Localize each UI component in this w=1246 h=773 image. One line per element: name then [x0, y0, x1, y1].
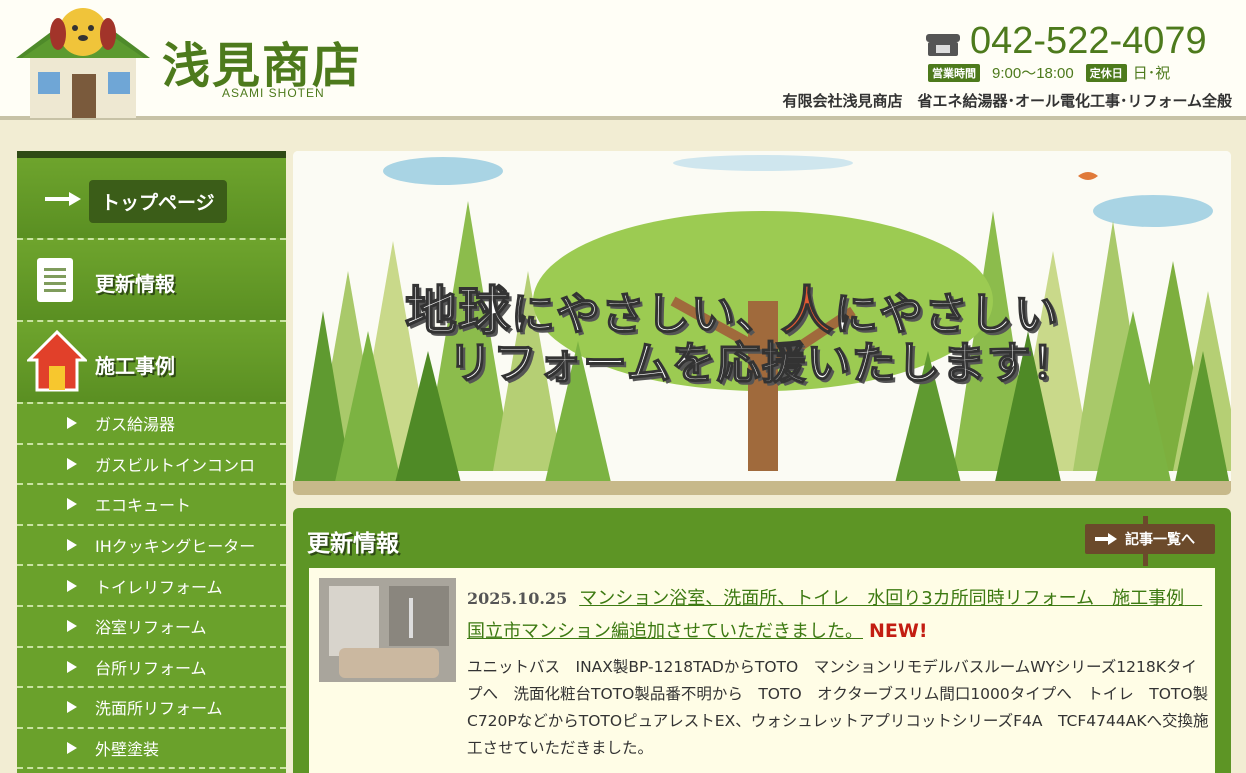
- sidebar-item-kitchen[interactable]: 台所リフォーム: [17, 647, 286, 689]
- triangle-right-icon: [67, 620, 77, 633]
- sidebar-item-label: 浴室リフォーム: [95, 618, 207, 638]
- sidebar-item-label: 更新情報: [95, 272, 175, 296]
- bathroom-thumbnail[interactable]: [319, 578, 456, 682]
- news-section: 更新情報 記事一覧へ 2025.10.25 マンション浴室、洗面所、トイレ 水回り…: [293, 508, 1231, 773]
- triangle-right-icon: [67, 579, 77, 592]
- company-tagline: 有限会社浅見商店 省エネ給湯器･オール電化工事･リフォーム全般: [782, 92, 1232, 110]
- holiday-badge: 定休日: [1085, 63, 1127, 82]
- news-section-title: 更新情報: [307, 531, 399, 557]
- news-entry-heading: 2025.10.25 マンション浴室、洗面所、トイレ 水回り3カ所同時リフォーム …: [467, 582, 1207, 648]
- sidebar-item-label: エコキュート: [95, 496, 192, 516]
- holiday-text: 日･祝: [1132, 65, 1171, 82]
- sidebar-item-gas-water-heater[interactable]: ガス給湯器: [17, 404, 286, 445]
- house-icon: [27, 330, 87, 392]
- site-header: 浅見商店 ASAMI SHOTEN 042-522-4079 営業時間 9:00…: [0, 0, 1246, 120]
- news-list-button[interactable]: 記事一覧へ: [1085, 516, 1215, 566]
- sidebar-item-ih-cooker[interactable]: IHクッキングヒーター: [17, 525, 286, 567]
- logo-subtitle: ASAMI SHOTEN: [222, 86, 325, 100]
- sidebar-item-exterior-paint[interactable]: 外壁塗装: [17, 728, 286, 770]
- sidebar-item-label: 台所リフォーム: [95, 658, 207, 678]
- sidebar-nav: トップページ 更新情報 施工事例 ガス給湯器 ガスビルトインコンロ エコキュート…: [17, 151, 286, 773]
- forest-illustration: [293, 151, 1231, 495]
- triangle-right-icon: [67, 539, 77, 552]
- sidebar-item-toilet[interactable]: トイレリフォーム: [17, 566, 286, 607]
- triangle-right-icon: [67, 417, 77, 430]
- news-entry: 2025.10.25 マンション浴室、洗面所、トイレ 水回り3カ所同時リフォーム …: [309, 568, 1224, 773]
- document-icon: [37, 258, 73, 302]
- news-entry-title-link[interactable]: マンション浴室、洗面所、トイレ 水回り3カ所同時リフォーム 施工事例 国立市マン…: [467, 588, 1202, 642]
- sidebar-item-gas-stove[interactable]: ガスビルトインコンロ: [17, 444, 286, 486]
- phone-icon: [926, 34, 960, 56]
- arrow-right-icon: [45, 192, 81, 206]
- sidebar-item-label: トップページ: [89, 180, 227, 223]
- news-entry-date: 2025.10.25: [467, 589, 568, 608]
- sidebar-item-ecocute[interactable]: エコキュート: [17, 485, 286, 526]
- sidebar-item-label: ガスビルトインコンロ: [95, 455, 256, 475]
- sidebar-item-label: 洗面所リフォーム: [95, 699, 223, 719]
- triangle-right-icon: [67, 742, 77, 755]
- sidebar-item-bathroom[interactable]: 浴室リフォーム: [17, 606, 286, 648]
- triangle-right-icon: [67, 457, 77, 470]
- sidebar-item-top-page[interactable]: トップページ: [17, 158, 286, 240]
- arrow-right-icon: [1095, 533, 1117, 545]
- hero-banner: 地球にやさしい、人にやさしい リフォームを応援いたします！: [293, 151, 1231, 495]
- triangle-right-icon: [67, 701, 77, 714]
- sidebar-item-label: 施工事例: [95, 354, 175, 378]
- news-entry-description: ユニットバス INAX製BP-1218TADからTOTO マンションリモデルバス…: [467, 658, 1224, 757]
- sidebar-item-news[interactable]: 更新情報: [17, 240, 286, 322]
- new-badge: NEW!: [869, 620, 928, 642]
- sidebar-item-works[interactable]: 施工事例: [17, 322, 286, 404]
- sidebar-item-label: ガス給湯器: [95, 415, 176, 435]
- hours-text: 9:00～18:00: [992, 65, 1074, 82]
- triangle-right-icon: [67, 498, 77, 511]
- sidebar-item-label: 外壁塗装: [95, 740, 160, 760]
- logo-house-icon[interactable]: [16, 2, 150, 118]
- news-list-label: 記事一覧へ: [1125, 532, 1195, 548]
- sidebar-item-washroom[interactable]: 洗面所リフォーム: [17, 688, 286, 729]
- sidebar-item-label: トイレリフォーム: [95, 577, 223, 597]
- business-hours: 営業時間 9:00～18:00 定休日 日･祝: [928, 62, 1170, 83]
- phone-number[interactable]: 042-522-4079: [970, 20, 1207, 63]
- sidebar-item-label: IHクッキングヒーター: [95, 537, 256, 557]
- hours-badge: 営業時間: [928, 63, 980, 82]
- triangle-right-icon: [67, 660, 77, 673]
